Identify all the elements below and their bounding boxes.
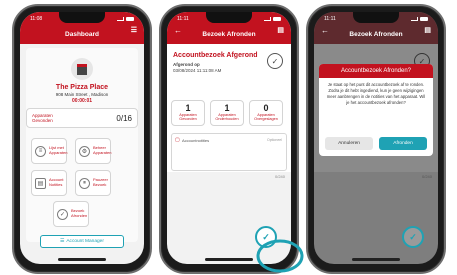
page-title: Dashboard (65, 31, 99, 38)
stat-number: 1 (224, 103, 230, 113)
back-arrow-icon[interactable]: ← (174, 26, 182, 35)
hamburger-menu-icon[interactable]: ☰ (131, 26, 137, 34)
highlight-circle-annotation (256, 239, 304, 273)
cancel-button[interactable]: Annuleren (325, 137, 373, 150)
tile-label: Pauzeer Bezoek (93, 177, 108, 187)
dashboard-screen: 11:08 Dashboard ☰ The Pizza Place 908 Ma… (20, 12, 144, 264)
clipboard-icon: ▤ (35, 177, 46, 189)
dialog-title: Accountbezoek Afronden? (319, 64, 433, 78)
confirm-finish-button[interactable]: Afronden (379, 137, 427, 150)
tile-label: Lijst met Apparaten (49, 145, 68, 155)
notes-label: Accountnotities (182, 138, 210, 143)
home-indicator (58, 258, 106, 261)
notes-optional-hint: Optioneel (267, 138, 282, 142)
stat-number: 1 (185, 103, 191, 113)
pause-icon: ⏸ (79, 177, 90, 189)
phone-finish-visit: 11:11 ← Bezoek Afronden ▤ Accountbezoek … (159, 4, 304, 274)
status-time: 11:08 (30, 15, 43, 22)
tile-finish-visit[interactable]: ✓ Bezoek Afronden (53, 201, 89, 227)
tile-device-list[interactable]: ≡ Lijst met Apparaten (31, 138, 67, 164)
stat-number: 0 (263, 103, 269, 113)
notes-icon: ▢ (175, 137, 180, 143)
store-address: 908 Main Street , Madison (55, 92, 109, 97)
tile-label: Bezoek Afronden (71, 208, 88, 218)
battery-icon (273, 16, 281, 21)
gear-icon: ⚙ (79, 145, 90, 157)
dashboard-body: The Pizza Place 908 Main Street , Madiso… (26, 48, 138, 242)
confirm-dialog-screen: 11:11 ← Bezoek Afronden ▤ ✓ 0/240 Accoun… (314, 12, 438, 264)
stat-label: Apparaten Gevonden (179, 113, 197, 122)
phone-confirm-dialog: 11:11 ← Bezoek Afronden ▤ ✓ 0/240 Accoun… (306, 4, 446, 274)
phone-notch (59, 12, 105, 23)
completed-heading: Accountbezoek Afgerond (173, 52, 258, 59)
status-time: 11:11 (177, 15, 189, 22)
tile-manage-devices[interactable]: ⚙ Beheer Apparaten (75, 138, 111, 164)
signal-icon (117, 16, 124, 21)
account-manager-button[interactable]: ☰ Account Manager (40, 235, 124, 248)
list-icon: ≡ (35, 145, 46, 157)
completed-on-label: Afgerond op (173, 62, 200, 67)
stat-devices-found: 1 Apparaten Gevonden (171, 100, 205, 126)
devices-found-label: Apparaten Gevonden (32, 112, 53, 123)
dimmed-check-button: ✓ (402, 226, 424, 248)
completed-date: 03/08/2024 11:11:08 AM (173, 68, 222, 73)
back-arrow-icon: ← (321, 26, 329, 35)
document-icon[interactable]: ▤ (277, 26, 284, 34)
check-circle-icon: ✓ (267, 53, 283, 69)
confirm-dialog: Accountbezoek Afronden? Je staat op het … (319, 64, 433, 156)
document-icon: ▤ (424, 27, 431, 34)
page-title: Bezoek Afronden (349, 31, 403, 38)
character-counter: 0/240 (274, 174, 285, 179)
tile-pause-visit[interactable]: ⏸ Pauzeer Bezoek (75, 170, 111, 196)
store-name: The Pizza Place (55, 84, 109, 91)
account-manager-label: Account Manager (66, 239, 104, 244)
home-indicator (352, 258, 400, 261)
visit-timer: 00:00:01 (71, 98, 92, 104)
finish-visit-screen: 11:11 ← Bezoek Afronden ▤ Accountbezoek … (167, 12, 291, 264)
stat-label: Apparaten Overgeslagen (254, 113, 278, 122)
stat-label: Apparaten Onderhouden (215, 113, 239, 122)
tile-label: Account Notities (49, 177, 64, 187)
character-counter: 0/240 (421, 174, 432, 179)
signal-icon (411, 16, 418, 21)
menu-list-icon: ☰ (60, 239, 65, 244)
account-notes-field[interactable]: ▢ Accountnotities Optioneel (171, 133, 287, 171)
phone-notch (353, 12, 399, 23)
stat-devices-serviced: 1 Apparaten Onderhouden (210, 100, 244, 126)
tile-label: Beheer Apparaten (93, 145, 112, 155)
devices-found-count: 0/16 (116, 113, 132, 123)
status-time: 11:11 (324, 15, 336, 22)
devices-found-card[interactable]: Apparaten Gevonden 0/16 (26, 108, 138, 128)
tile-account-notes[interactable]: ▤ Account Notities (31, 170, 67, 196)
check-icon: ✓ (409, 231, 417, 242)
home-indicator (205, 258, 253, 261)
stat-devices-skipped: 0 Apparaten Overgeslagen (249, 100, 283, 126)
battery-icon (126, 16, 134, 21)
dialog-message: Je staat op het punt dit accountbezoek a… (326, 82, 426, 106)
screenshot-stage: 11:08 Dashboard ☰ The Pizza Place 908 Ma… (0, 0, 457, 275)
page-title: Bezoek Afronden (202, 31, 256, 38)
signal-icon (264, 16, 271, 21)
store-building-icon (71, 58, 93, 80)
phone-notch (206, 12, 252, 23)
check-icon: ✓ (57, 208, 68, 220)
battery-icon (420, 16, 428, 21)
phone-dashboard: 11:08 Dashboard ☰ The Pizza Place 908 Ma… (12, 4, 152, 274)
